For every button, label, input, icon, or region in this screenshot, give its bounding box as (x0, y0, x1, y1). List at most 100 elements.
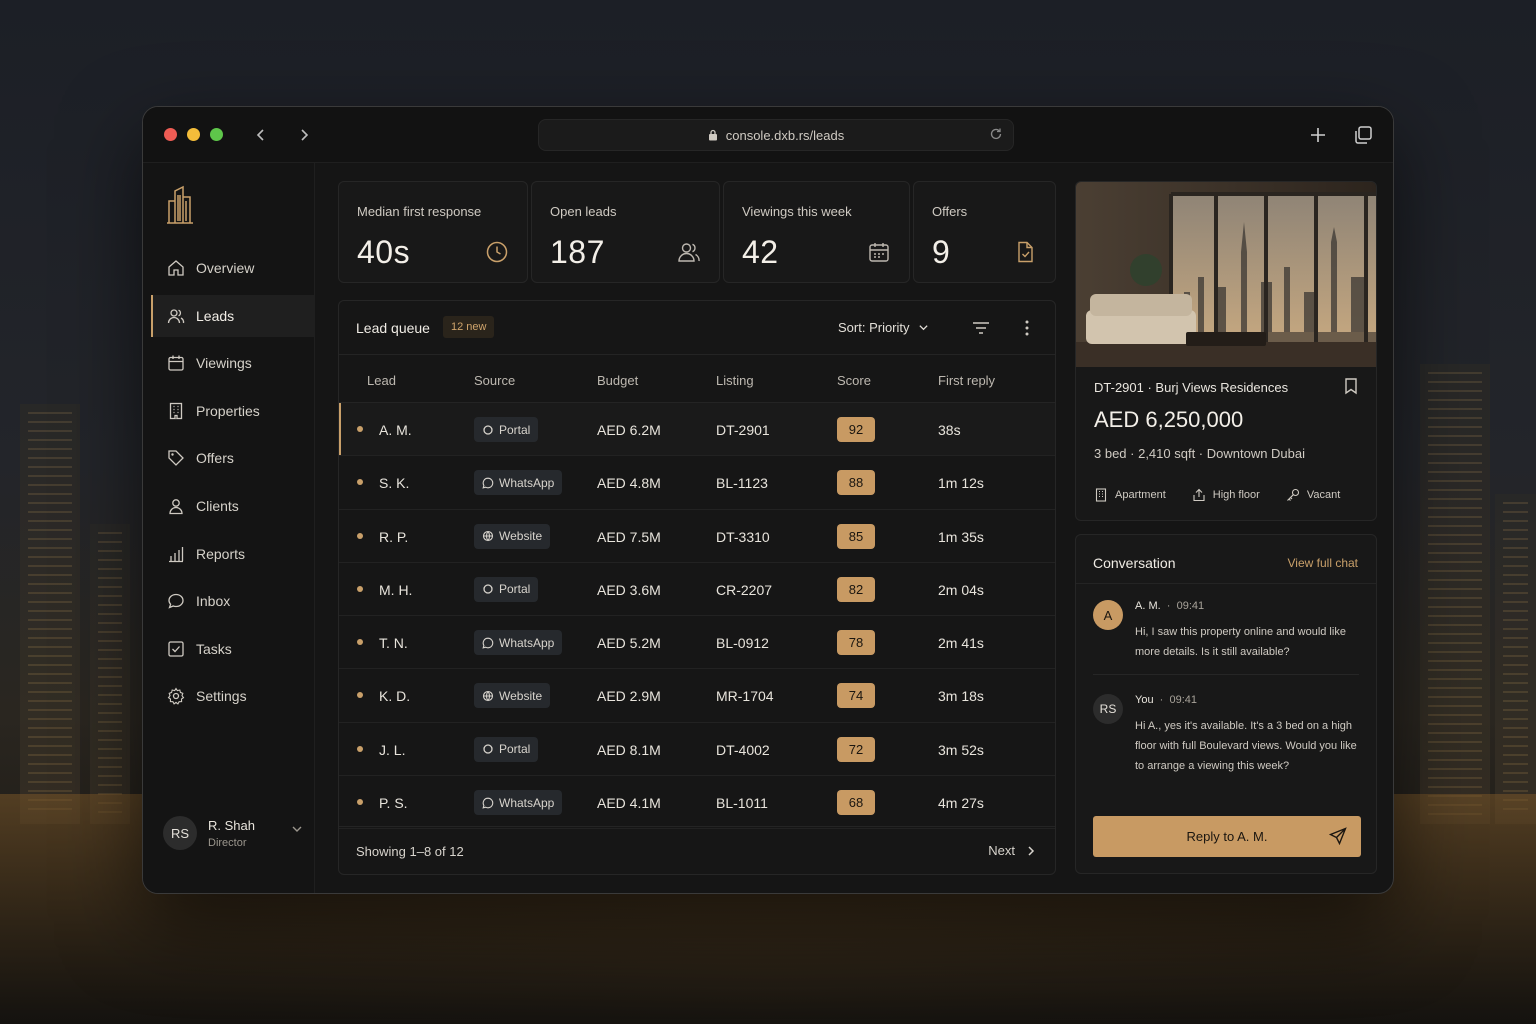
avatar: RS (163, 816, 197, 850)
column-first-reply[interactable]: First reply (938, 373, 995, 388)
browser-titlebar: console.dxb.rs/leads (143, 107, 1393, 163)
table-row[interactable]: A. M. Portal AED 6.2M DT-2901 92 38s (339, 403, 1055, 457)
stat-value: 42 (742, 234, 779, 270)
new-leads-badge: 12 new (443, 316, 495, 338)
listing-id: BL-1011 (716, 795, 768, 812)
stat-card-viewings: Viewings this week 42 (723, 181, 910, 283)
tag-high-floor: High floor (1192, 488, 1260, 502)
close-window-button[interactable] (164, 128, 177, 141)
lead-name: K. D. (379, 688, 411, 705)
whatsapp-icon (482, 477, 494, 489)
table-row[interactable]: P. S. WhatsApp AED 4.1M BL-1011 68 4m 27… (339, 776, 1055, 830)
sidebar-item-reports[interactable]: Reports (151, 533, 315, 575)
table-row[interactable]: T. N. WhatsApp AED 5.2M BL-0912 78 2m 41… (339, 616, 1055, 670)
status-dot (357, 585, 363, 592)
listing-id: DT-3310 (716, 528, 770, 545)
lead-name: S. K. (379, 475, 410, 492)
table-row[interactable]: K. D. Website AED 2.9M MR-1704 74 3m 18s (339, 669, 1055, 723)
sidebar-item-leads[interactable]: Leads (151, 294, 315, 337)
sort-label: Sort: Priority (838, 320, 910, 335)
score-badge: 78 (837, 630, 875, 656)
user-role: Director (208, 836, 247, 849)
back-icon[interactable] (249, 123, 273, 147)
property-id-line: DT-2901 · Burj Views Residences (1094, 380, 1289, 395)
whatsapp-icon (482, 797, 494, 809)
forward-icon[interactable] (292, 123, 316, 147)
sidebar-item-properties[interactable]: Properties (151, 390, 315, 432)
property-price: AED 6,250,000 (1094, 407, 1244, 432)
stat-value: 40s (357, 234, 411, 270)
sidebar-item-clients[interactable]: Clients (151, 485, 315, 527)
listing-id: DT-4002 (716, 741, 770, 758)
bookmark-icon[interactable] (1342, 377, 1360, 395)
table-row[interactable]: J. L. Portal AED 8.1M DT-4002 72 3m 52s (339, 723, 1055, 777)
sidebar-item-label: Offers (196, 450, 234, 467)
column-budget[interactable]: Budget (597, 373, 638, 388)
view-full-chat-link[interactable]: View full chat (1288, 556, 1358, 570)
property-photo (1076, 182, 1376, 367)
stat-value: 9 (932, 234, 951, 270)
more-options-icon[interactable] (1017, 318, 1037, 338)
sidebar-item-settings[interactable]: Settings (151, 675, 315, 717)
sidebar-item-label: Settings (196, 688, 247, 705)
first-reply-time: 2m 41s (938, 635, 984, 652)
stat-label: Open leads (550, 204, 617, 219)
column-source[interactable]: Source (474, 373, 515, 388)
status-dot (357, 745, 363, 752)
user-menu[interactable]: RS R. Shah Director (163, 813, 303, 853)
score-badge: 74 (837, 683, 875, 709)
filter-icon[interactable] (971, 318, 991, 338)
table-row[interactable]: M. H. Portal AED 3.6M CR-2207 82 2m 04s (339, 563, 1055, 617)
chevron-down-icon (292, 826, 302, 832)
sidebar-item-overview[interactable]: Overview (151, 247, 315, 289)
column-score[interactable]: Score (837, 373, 871, 388)
document-check-icon (1018, 241, 1033, 263)
message-meta: A. M. · 09:41 (1135, 600, 1205, 612)
listing-id: BL-0912 (716, 635, 769, 652)
minimize-window-button[interactable] (187, 128, 200, 141)
tabs-overview-icon[interactable] (1351, 123, 1375, 147)
status-dot (357, 426, 363, 432)
first-reply-time: 3m 18s (938, 688, 984, 705)
column-lead[interactable]: Lead (367, 373, 396, 388)
users-icon (167, 308, 185, 323)
first-reply-time: 38s (938, 422, 961, 438)
table-header: Lead Source Budget Listing Score First r… (339, 355, 1055, 403)
table-row[interactable]: R. P. Website AED 7.5M DT-3310 85 1m 35s (339, 510, 1055, 563)
lead-name: T. N. (379, 635, 408, 652)
gear-icon (167, 687, 185, 706)
new-tab-icon[interactable] (1306, 123, 1330, 147)
sidebar-item-tasks[interactable]: Tasks (151, 628, 315, 670)
sidebar-item-label: Reports (196, 545, 246, 562)
tag-apartment: Apartment (1094, 488, 1166, 502)
reply-button[interactable]: Reply to A. M. (1093, 816, 1361, 857)
score-badge: 92 (837, 417, 875, 442)
lead-name: R. P. (379, 528, 409, 545)
sidebar-item-viewings[interactable]: Viewings (151, 342, 315, 384)
stat-card-median-response: Median first response 40s (338, 181, 528, 283)
listing-id: BL-1123 (716, 475, 768, 492)
score-badge: 88 (837, 470, 875, 496)
sidebar-item-inbox[interactable]: Inbox (151, 580, 315, 622)
sort-dropdown[interactable]: Sort: Priority (838, 320, 929, 335)
address-bar[interactable]: console.dxb.rs/leads (538, 119, 1014, 151)
next-label: Next (988, 843, 1015, 858)
globe-icon (482, 690, 494, 702)
conversation-panel: Conversation View full chat A A. M. · 09… (1075, 534, 1377, 874)
lead-name: A. M. (379, 422, 412, 438)
property-card[interactable]: DT-2901 · Burj Views Residences AED 6,25… (1075, 181, 1377, 521)
score-badge: 82 (837, 576, 875, 602)
property-meta: 3 bed · 2,410 sqft · Downtown Dubai (1094, 446, 1306, 461)
sidebar-item-offers[interactable]: Offers (151, 437, 315, 479)
sidebar-item-label: Leads (196, 307, 235, 324)
source-badge: Portal (474, 736, 539, 762)
table-row[interactable]: S. K. WhatsApp AED 4.8M BL-1123 88 1m 12… (339, 456, 1055, 510)
sidebar-nav: Overview Leads Viewings Properties Offer… (151, 247, 315, 723)
next-page-button[interactable]: Next (988, 843, 1037, 858)
reload-icon[interactable] (989, 127, 1003, 141)
score-badge: 85 (837, 523, 875, 549)
column-listing[interactable]: Listing (716, 373, 754, 388)
user-name: R. Shah (208, 817, 255, 833)
maximize-window-button[interactable] (210, 128, 223, 141)
budget-value: AED 8.1M (597, 741, 661, 758)
